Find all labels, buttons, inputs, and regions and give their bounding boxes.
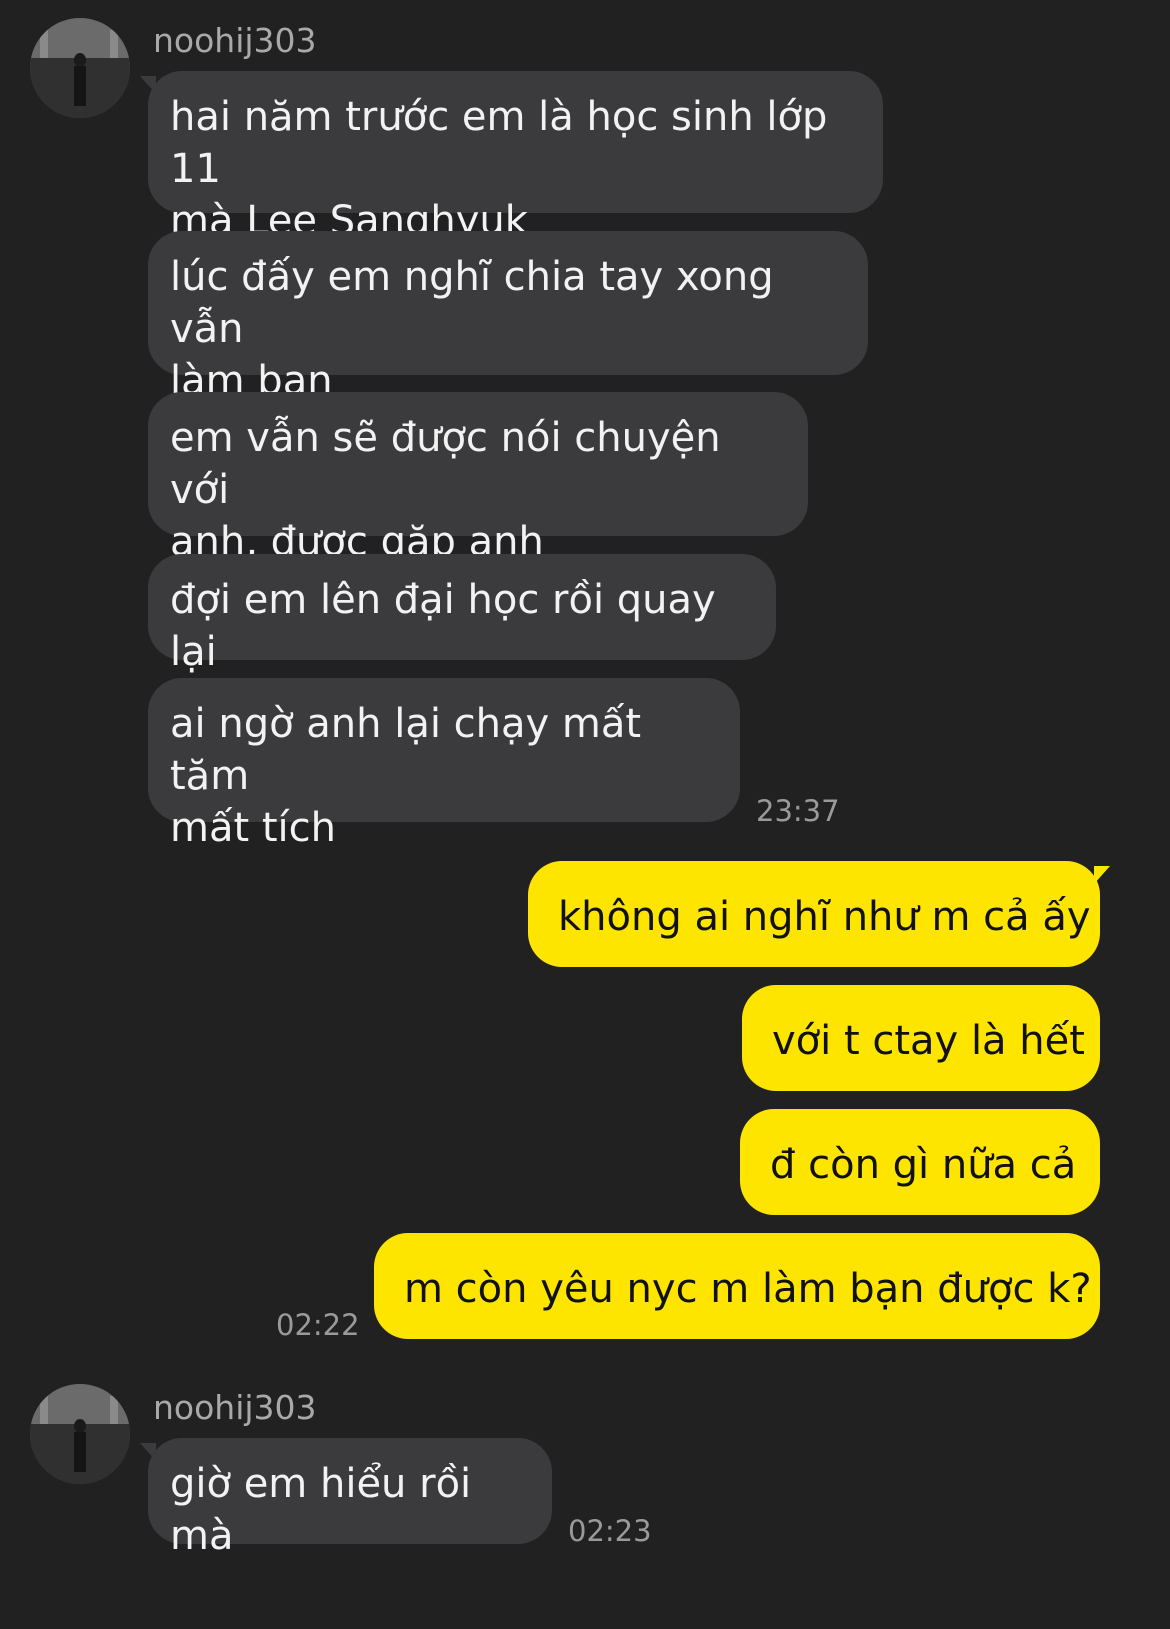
message-timestamp: 02:23: [568, 1514, 652, 1548]
message-bubble[interactable]: không ai nghĩ như m cả ấy: [528, 861, 1100, 967]
sender-avatar[interactable]: [30, 18, 130, 118]
message-bubble[interactable]: lúc đấy em nghĩ chia tay xong vẫn làm bạ…: [148, 231, 868, 404]
message-bubble[interactable]: giờ em hiểu rồi mà: [148, 1438, 552, 1559]
message-timestamp: 23:37: [756, 794, 840, 828]
profile-photo-icon: [30, 18, 130, 118]
message-bubble[interactable]: với t ctay là hết: [742, 985, 1100, 1091]
message-bubble[interactable]: ai ngờ anh lại chạy mất tăm mất tích: [148, 678, 740, 851]
sender-name: noohij303: [153, 21, 317, 60]
message-bubble[interactable]: hai năm trước em là học sinh lớp 11 mà L…: [148, 71, 883, 244]
profile-photo-icon: [30, 1384, 130, 1484]
message-bubble[interactable]: em vẫn sẽ được nói chuyện với anh, được …: [148, 392, 808, 565]
message-bubble[interactable]: m còn yêu nyc m làm bạn được k?: [374, 1233, 1100, 1339]
sender-name: noohij303: [153, 1388, 317, 1427]
message-timestamp: 02:22: [276, 1308, 360, 1342]
message-bubble[interactable]: đ còn gì nữa cả: [740, 1109, 1100, 1215]
sender-avatar[interactable]: [30, 1384, 130, 1484]
message-bubble[interactable]: đợi em lên đại học rồi quay lại: [148, 554, 776, 675]
